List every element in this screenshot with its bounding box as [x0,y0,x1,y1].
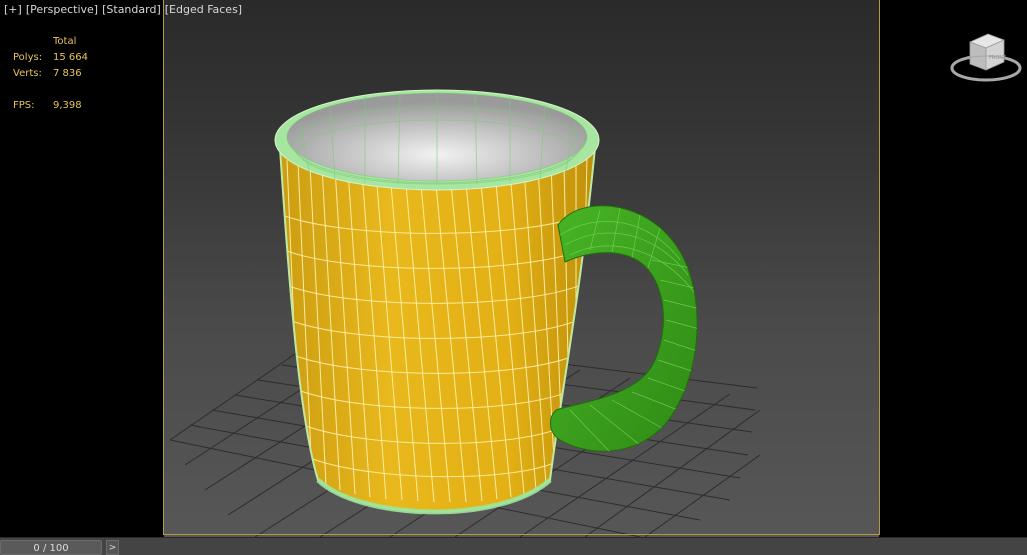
max-viewport-window: z y x [+][Perspective][Standard][Edged F… [0,0,1027,555]
fps-value: 9,398 [53,100,82,111]
viewport-shading-menu[interactable]: [Edged Faces] [165,3,242,16]
fps-label: FPS: [13,100,35,111]
next-frame-button[interactable]: > [106,540,119,555]
stats-header: Total [53,36,77,47]
time-slider[interactable]: 0 / 100 [0,540,102,555]
timeline-bar: 0 / 100 > [0,537,1027,555]
polys-label: Polys: [13,52,43,63]
verts-label: Verts: [13,68,42,79]
viewcube[interactable]: FRONT [948,28,1024,88]
viewport-statistics: Total Polys: 15 664 Verts: 7 836 FPS: 9,398 [13,34,113,114]
polys-value: 15 664 [53,52,88,63]
viewcube-cube: FRONT [968,33,1007,71]
verts-value: 7 836 [53,68,82,79]
mug-rim [274,89,600,191]
viewport-plus-menu[interactable]: [+] [4,3,22,16]
viewport-view-menu[interactable]: [Perspective] [26,3,98,16]
viewport-standard-menu[interactable]: [Standard] [102,3,161,16]
perspective-viewport[interactable]: z y x [+][Perspective][Standard][Edged F… [0,0,1027,537]
viewport-label-menu: [+] [Perspective] [Standard] [Edged Faces] [4,3,246,16]
mug-handle [550,205,698,452]
